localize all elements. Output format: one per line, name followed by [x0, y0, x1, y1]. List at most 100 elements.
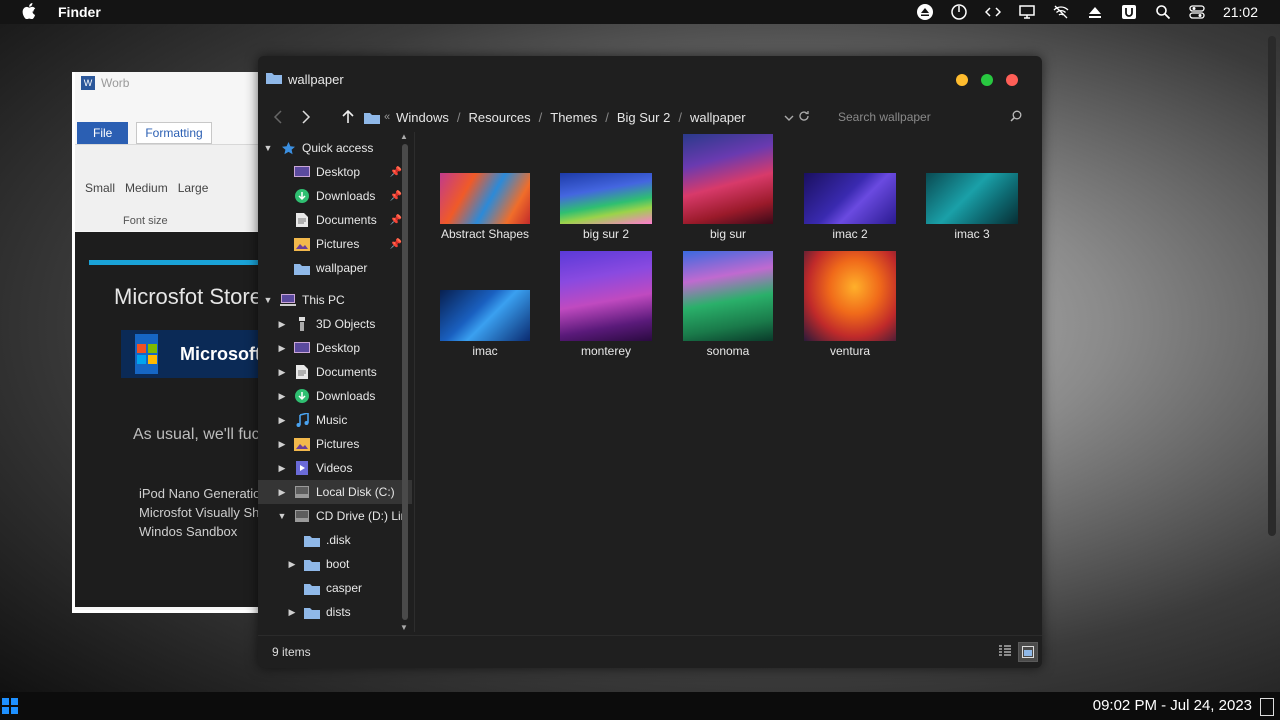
scroll-up-icon[interactable]: ▲	[400, 132, 408, 141]
thumbnail	[804, 173, 896, 224]
thumbnail	[440, 290, 530, 341]
sidebar-item-downloads[interactable]: ▶ Downloads	[258, 384, 412, 408]
search-icon[interactable]	[1155, 4, 1171, 20]
word-logo-icon: W	[81, 76, 95, 90]
active-app-name[interactable]: Finder	[58, 4, 101, 20]
sidebar-item-downloads[interactable]: Downloads 📌	[258, 184, 412, 208]
sidebar-item-local-disk[interactable]: ▶ Local Disk (C:)	[258, 480, 412, 504]
chevron-down-icon[interactable]	[784, 110, 794, 125]
download-icon	[294, 189, 310, 203]
file-item-imac-3[interactable]: imac 3	[917, 173, 1027, 241]
file-item-sonoma[interactable]: sonoma	[673, 251, 783, 358]
sidebar-item-dists[interactable]: ▶ dists	[258, 600, 412, 624]
sidebar-item-wallpaper[interactable]: wallpaper	[258, 256, 412, 280]
list-item: iPod Nano Generatio	[139, 486, 261, 501]
sidebar-item-pictures[interactable]: ▶ Pictures	[258, 432, 412, 456]
file-item-imac-2[interactable]: imac 2	[795, 173, 905, 241]
sidebar-item-pictures[interactable]: Pictures 📌	[258, 232, 412, 256]
pictures-icon	[294, 237, 310, 251]
doc-accent-bar	[89, 260, 261, 265]
refresh-icon[interactable]	[798, 110, 810, 125]
sidebar-item-documents[interactable]: ▶ Documents	[258, 360, 412, 384]
menubar-clock[interactable]: 21:02	[1223, 4, 1258, 20]
sidebar-item-disk[interactable]: .disk	[258, 528, 412, 552]
list-item: Windos Sandbox	[139, 524, 238, 539]
start-button[interactable]	[2, 698, 18, 714]
file-item-imac[interactable]: imac	[430, 290, 540, 358]
close-button[interactable]	[1006, 74, 1018, 86]
list-item: Microsfot Visually Sh	[139, 505, 260, 520]
breadcrumb-item[interactable]: Resources	[469, 110, 531, 125]
sidebar-scrollbar[interactable]: ▲ ▼	[398, 132, 412, 632]
display-icon[interactable]	[1019, 4, 1035, 20]
sidebar-item-this-pc[interactable]: ▼ This PC	[258, 288, 412, 312]
store-bag-icon	[135, 334, 158, 374]
file-item-ventura[interactable]: ventura	[795, 251, 905, 358]
eject-icon[interactable]	[916, 4, 933, 20]
drive-icon	[294, 485, 310, 499]
sidebar-item-3d-objects[interactable]: ▶ 3D Objects	[258, 312, 412, 336]
explorer-window[interactable]: wallpaper « Windows / Resources / Themes / …	[258, 56, 1042, 668]
thumbnail	[560, 173, 652, 224]
breadcrumb-item[interactable]: Themes	[550, 110, 597, 125]
folder-icon	[304, 557, 320, 571]
code-icon[interactable]	[984, 4, 1001, 20]
sidebar-item-casper[interactable]: casper	[258, 576, 412, 600]
tab-formatting[interactable]: Formatting	[136, 122, 212, 144]
sidebar-item-videos[interactable]: ▶ Videos	[258, 456, 412, 480]
back-button[interactable]	[268, 107, 288, 127]
search-icon[interactable]	[1010, 110, 1022, 125]
explorer-titlebar[interactable]: wallpaper	[258, 56, 1042, 102]
taskbar-clock[interactable]: 09:02 PM - Jul 24, 2023	[1093, 697, 1252, 714]
sidebar-item-cd-drive[interactable]: ▼ CD Drive (D:) Lin	[258, 504, 412, 528]
scrollbar-thumb[interactable]	[402, 144, 408, 620]
file-item-big-sur-2[interactable]: big sur 2	[551, 173, 661, 241]
tab-file[interactable]: File	[77, 122, 129, 144]
user-icon[interactable]	[1121, 4, 1137, 20]
file-item-abstract-shapes[interactable]: Abstract Shapes	[430, 173, 540, 241]
upload-icon[interactable]	[1087, 4, 1103, 20]
font-size-small[interactable]: Small	[85, 181, 115, 195]
breadcrumb-item[interactable]: wallpaper	[690, 110, 746, 125]
wifi-off-icon[interactable]	[1053, 4, 1069, 20]
document-area[interactable]: Microsfot Store Microsoft As usual, we'l…	[75, 232, 262, 607]
word-window[interactable]: W Worb File Formatting Small Medium Larg…	[72, 72, 265, 613]
notification-icon[interactable]	[1260, 698, 1274, 716]
details-view-button[interactable]	[996, 642, 1014, 660]
word-titlebar[interactable]: W Worb	[75, 72, 265, 94]
forward-button[interactable]	[296, 107, 316, 127]
up-button[interactable]	[338, 107, 358, 127]
sidebar-item-music[interactable]: ▶ Music	[258, 408, 412, 432]
overflow-chevron-icon[interactable]: «	[384, 111, 390, 123]
search-box[interactable]	[836, 102, 1026, 132]
store-heading: Microsfot Store	[114, 284, 262, 309]
doc-list: iPod Nano Generatio Microsfot Visually S…	[139, 484, 260, 541]
pane-divider[interactable]	[414, 132, 415, 632]
maximize-button[interactable]	[981, 74, 993, 86]
power-icon[interactable]	[951, 4, 967, 20]
word-title: Worb	[101, 76, 130, 90]
desktop-scrollbar[interactable]	[1268, 36, 1276, 536]
font-size-large[interactable]: Large	[178, 181, 209, 195]
sidebar-item-desktop[interactable]: ▶ Desktop	[258, 336, 412, 360]
desktop-icon	[294, 341, 310, 355]
sidebar-item-boot[interactable]: ▶ boot	[258, 552, 412, 576]
pictures-icon	[294, 437, 310, 451]
file-item-monterey[interactable]: monterey	[551, 251, 661, 358]
navigation-bar: « Windows / Resources / Themes / Big Sur 2/…	[258, 102, 1042, 132]
file-item-big-sur[interactable]: big sur	[673, 134, 783, 241]
apple-icon[interactable]	[22, 2, 38, 22]
scroll-down-icon[interactable]: ▼	[400, 623, 408, 632]
minimize-button[interactable]	[956, 74, 968, 86]
search-input[interactable]	[836, 109, 1010, 125]
sidebar-item-desktop[interactable]: Desktop 📌	[258, 160, 412, 184]
sidebar-item-documents[interactable]: Documents 📌	[258, 208, 412, 232]
font-size-medium[interactable]: Medium	[125, 181, 168, 195]
breadcrumb-item[interactable]: Windows	[396, 110, 449, 125]
large-icons-view-button[interactable]	[1018, 642, 1038, 662]
control-center-icon[interactable]	[1189, 4, 1205, 20]
breadcrumb-item[interactable]: Big Sur 2	[617, 110, 670, 125]
folder-icon	[362, 107, 382, 127]
folder-icon	[294, 261, 310, 275]
sidebar-item-quick-access[interactable]: ▼ Quick access	[258, 136, 412, 160]
